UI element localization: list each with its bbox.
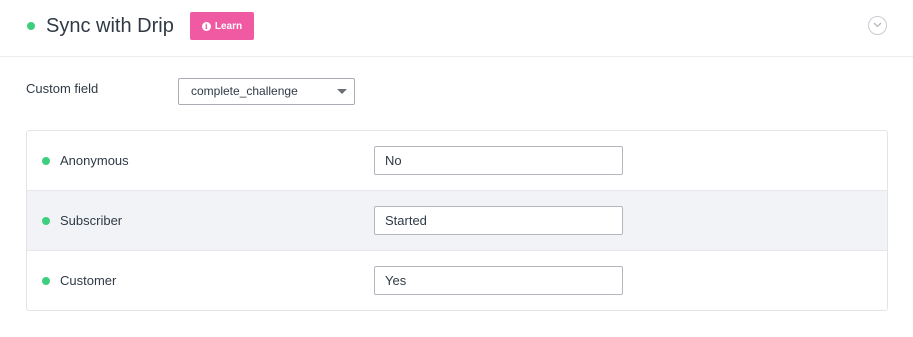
custom-field-selected-value: complete_challenge (191, 84, 298, 98)
status-dot (27, 22, 35, 30)
custom-field-select[interactable]: complete_challenge (178, 78, 355, 105)
row-label: Customer (60, 273, 117, 288)
row-label: Anonymous (60, 153, 129, 168)
mapping-row-anonymous: Anonymous (27, 131, 887, 191)
info-icon: i (201, 21, 211, 31)
section-header: Sync with Drip i Learn (0, 0, 913, 57)
mapping-panel: Anonymous Subscriber Customer (26, 130, 888, 311)
mapping-row-subscriber: Subscriber (27, 191, 887, 251)
anonymous-value-input[interactable] (374, 146, 623, 175)
custom-field-label: Custom field (26, 81, 99, 96)
mapping-row-customer: Customer (27, 251, 887, 310)
customer-value-input[interactable] (374, 266, 623, 295)
learn-button[interactable]: i Learn (190, 12, 254, 40)
status-dot (42, 217, 50, 225)
row-label: Subscriber (60, 213, 123, 228)
page-title: Sync with Drip (46, 15, 174, 37)
status-dot (42, 277, 50, 285)
chevron-down-circle-icon[interactable] (868, 16, 887, 35)
learn-button-label: Learn (214, 20, 243, 32)
caret-down-icon (337, 89, 347, 94)
subscriber-value-input[interactable] (374, 206, 623, 235)
status-dot (42, 157, 50, 165)
